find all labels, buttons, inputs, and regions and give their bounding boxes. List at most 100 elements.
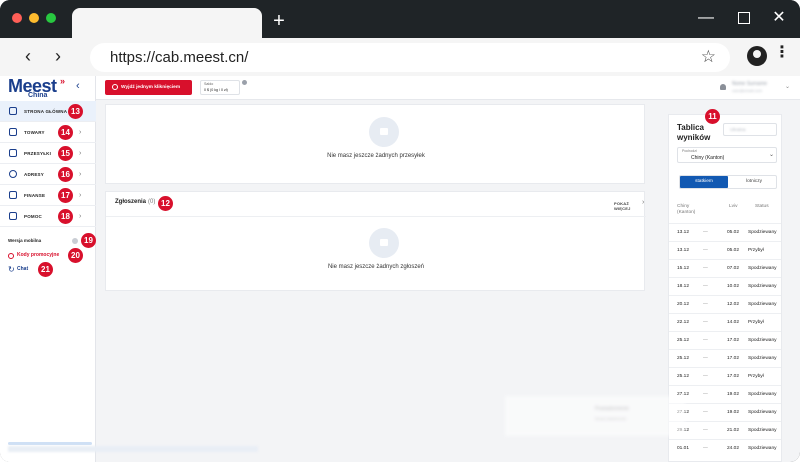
- row-status: Przybył: [748, 248, 764, 253]
- balance-widget[interactable]: Saldo 0 $ (0 kg / 0 zł): [200, 80, 247, 95]
- destination-select[interactable]: Ukraina: [723, 123, 777, 136]
- refresh-chat-icon: ↻: [8, 265, 15, 274]
- empty-shipments-icon: [369, 117, 399, 147]
- chat-link[interactable]: Chat: [17, 266, 28, 272]
- balance-value: 0 $ (0 kg / 0 zł): [204, 88, 228, 92]
- exit-icon: [112, 84, 118, 90]
- sidebar-item-finance[interactable]: FINANSE 17 ›: [0, 185, 96, 206]
- destination-select-value: Ukraina: [730, 127, 746, 132]
- arrow-left-icon[interactable]: ‹: [18, 46, 38, 66]
- promo-icon: [8, 253, 14, 259]
- row-to: 14.02: [727, 320, 740, 325]
- annotation-badge: 12: [158, 196, 173, 211]
- row-dash: —: [703, 320, 708, 325]
- sidebar: Meest » China ‹ STRONA GŁÓWNA 13 TOWARY …: [0, 76, 96, 462]
- sidebar-item-home[interactable]: STRONA GŁÓWNA 13: [0, 101, 96, 122]
- notification-toast: Powiadomienie Nowa wiadomość: [505, 396, 685, 436]
- row-to: 07.02: [727, 266, 740, 271]
- close-dot-icon[interactable]: [12, 13, 22, 23]
- row-dash: —: [703, 374, 708, 379]
- table-row: 20.12 — 12.02 Spodziewany: [669, 295, 781, 313]
- kebab-icon[interactable]: ⋮: [774, 45, 790, 61]
- toast-title: Powiadomienie: [595, 406, 629, 412]
- sidebar-item-label: ADRESY: [24, 171, 44, 177]
- row-to: 10.02: [727, 284, 740, 289]
- annotation-badge: 18: [58, 209, 73, 224]
- location-icon: [9, 170, 17, 178]
- row-status: Spodziewany: [748, 392, 777, 397]
- origin-select-label: Pochodzi: [682, 149, 697, 153]
- table-row: 13.12 — 05.02 Spodziewany: [669, 223, 781, 241]
- transport-toggle: statkiem lotniczy: [679, 175, 777, 189]
- sidebar-item-label: POMOC: [24, 213, 43, 219]
- origin-select[interactable]: Pochodzi Chiny (Kanton) ⌄: [677, 147, 777, 163]
- row-from: 25.12: [677, 374, 690, 379]
- table-row: 25.12 — 17.02 Przybył: [669, 367, 781, 385]
- account-icon[interactable]: [747, 46, 767, 66]
- star-icon[interactable]: ☆: [701, 47, 716, 67]
- row-dash: —: [703, 266, 708, 271]
- row-to: 17.02: [727, 356, 740, 361]
- row-from: 25.12: [677, 338, 690, 343]
- table-row: 13.12 — 05.02 Przybył: [669, 241, 781, 259]
- quick-exit-button[interactable]: Wyjdź jednym kliknięciem: [105, 80, 192, 95]
- empty-tickets-text: Nie masz jeszcze żadnych zgłoszeń: [327, 264, 425, 270]
- browser-tab[interactable]: [72, 8, 262, 38]
- help-circle-icon[interactable]: [72, 238, 78, 244]
- promo-codes-link[interactable]: Kody promocyjne: [17, 252, 59, 258]
- row-to: 24.02: [727, 446, 740, 451]
- table-row: 01.01 — 24.02 Spodziewany: [669, 439, 781, 457]
- show-more-link[interactable]: POKAŻ WIĘCEJ: [614, 201, 644, 211]
- plus-icon[interactable]: +: [270, 11, 288, 31]
- tickets-card: Zgłoszenia (0) 12 POKAŻ WIĘCEJ › Nie masz…: [105, 191, 646, 291]
- bottom-scroll-strip: [8, 446, 258, 452]
- toggle-ship[interactable]: statkiem: [680, 176, 728, 188]
- chevron-right-icon: ›: [79, 170, 82, 178]
- annotation-badge: 17: [58, 188, 73, 203]
- sidebar-item-label: FINANSE: [24, 192, 46, 198]
- tickets-count: (0): [148, 199, 156, 205]
- sidebar-item-label: TOWARY: [24, 129, 45, 135]
- url-text[interactable]: https://cab.meest.cn/: [110, 49, 248, 66]
- chevron-down-icon[interactable]: ⌄: [785, 83, 790, 90]
- maximize-icon[interactable]: [735, 9, 753, 29]
- chevron-right-icon[interactable]: ›: [642, 199, 644, 206]
- sidebar-item-addresses[interactable]: ADRESY 16 ›: [0, 164, 96, 185]
- minimize-icon[interactable]: —: [697, 9, 715, 27]
- sidebar-item-goods[interactable]: TOWARY 14 ›: [0, 122, 96, 143]
- sidebar-item-shipments[interactable]: PRZESYŁKI 15 ›: [0, 143, 96, 164]
- row-dash: —: [703, 230, 708, 235]
- chat-bubble-icon: [9, 212, 17, 220]
- row-dash: —: [703, 356, 708, 361]
- row-from: 13.12: [677, 230, 690, 235]
- collapse-sidebar-icon[interactable]: ‹: [76, 80, 80, 92]
- minimize-dot-icon[interactable]: [29, 13, 39, 23]
- row-dash: —: [703, 248, 708, 253]
- box-icon: [9, 149, 17, 157]
- bell-icon[interactable]: [720, 84, 726, 90]
- empty-tickets-icon: [369, 228, 399, 258]
- row-status: Spodziewany: [748, 266, 777, 271]
- row-dash: —: [703, 446, 708, 451]
- chevron-right-icon: ›: [79, 212, 82, 220]
- arrow-right-icon[interactable]: ›: [48, 46, 68, 66]
- toggle-air[interactable]: lotniczy: [730, 176, 778, 188]
- shipments-card: Nie masz jeszcze żadnych przesyłek: [105, 104, 645, 184]
- sidebar-item-help[interactable]: POMOC 18 ›: [0, 206, 96, 227]
- row-to: 05.02: [727, 248, 740, 253]
- row-status: Spodziewany: [748, 428, 777, 433]
- meest-logo[interactable]: Meest » China: [8, 76, 68, 102]
- sidebar-item-label: STRONA GŁÓWNA: [24, 108, 68, 114]
- results-title: Tablica wyników: [677, 123, 711, 142]
- quick-exit-label: Wyjdź jednym kliknięciem: [121, 85, 181, 90]
- address-bar[interactable]: https://cab.meest.cn/ ☆: [90, 43, 730, 72]
- chevron-right-icon: ›: [79, 128, 82, 136]
- table-row: 25.12 — 17.02 Spodziewany: [669, 349, 781, 367]
- user-name[interactable]: Nome Surname: [732, 81, 767, 87]
- tab-strip: + — ✕: [0, 0, 800, 38]
- zoom-dot-icon[interactable]: [46, 13, 56, 23]
- close-icon[interactable]: ✕: [770, 9, 788, 27]
- browser-window: + — ✕ ‹ › https://cab.meest.cn/ ☆ ⋮ Mees…: [0, 0, 800, 462]
- info-icon[interactable]: [242, 80, 247, 85]
- sidebar-scrollbar[interactable]: [8, 442, 92, 445]
